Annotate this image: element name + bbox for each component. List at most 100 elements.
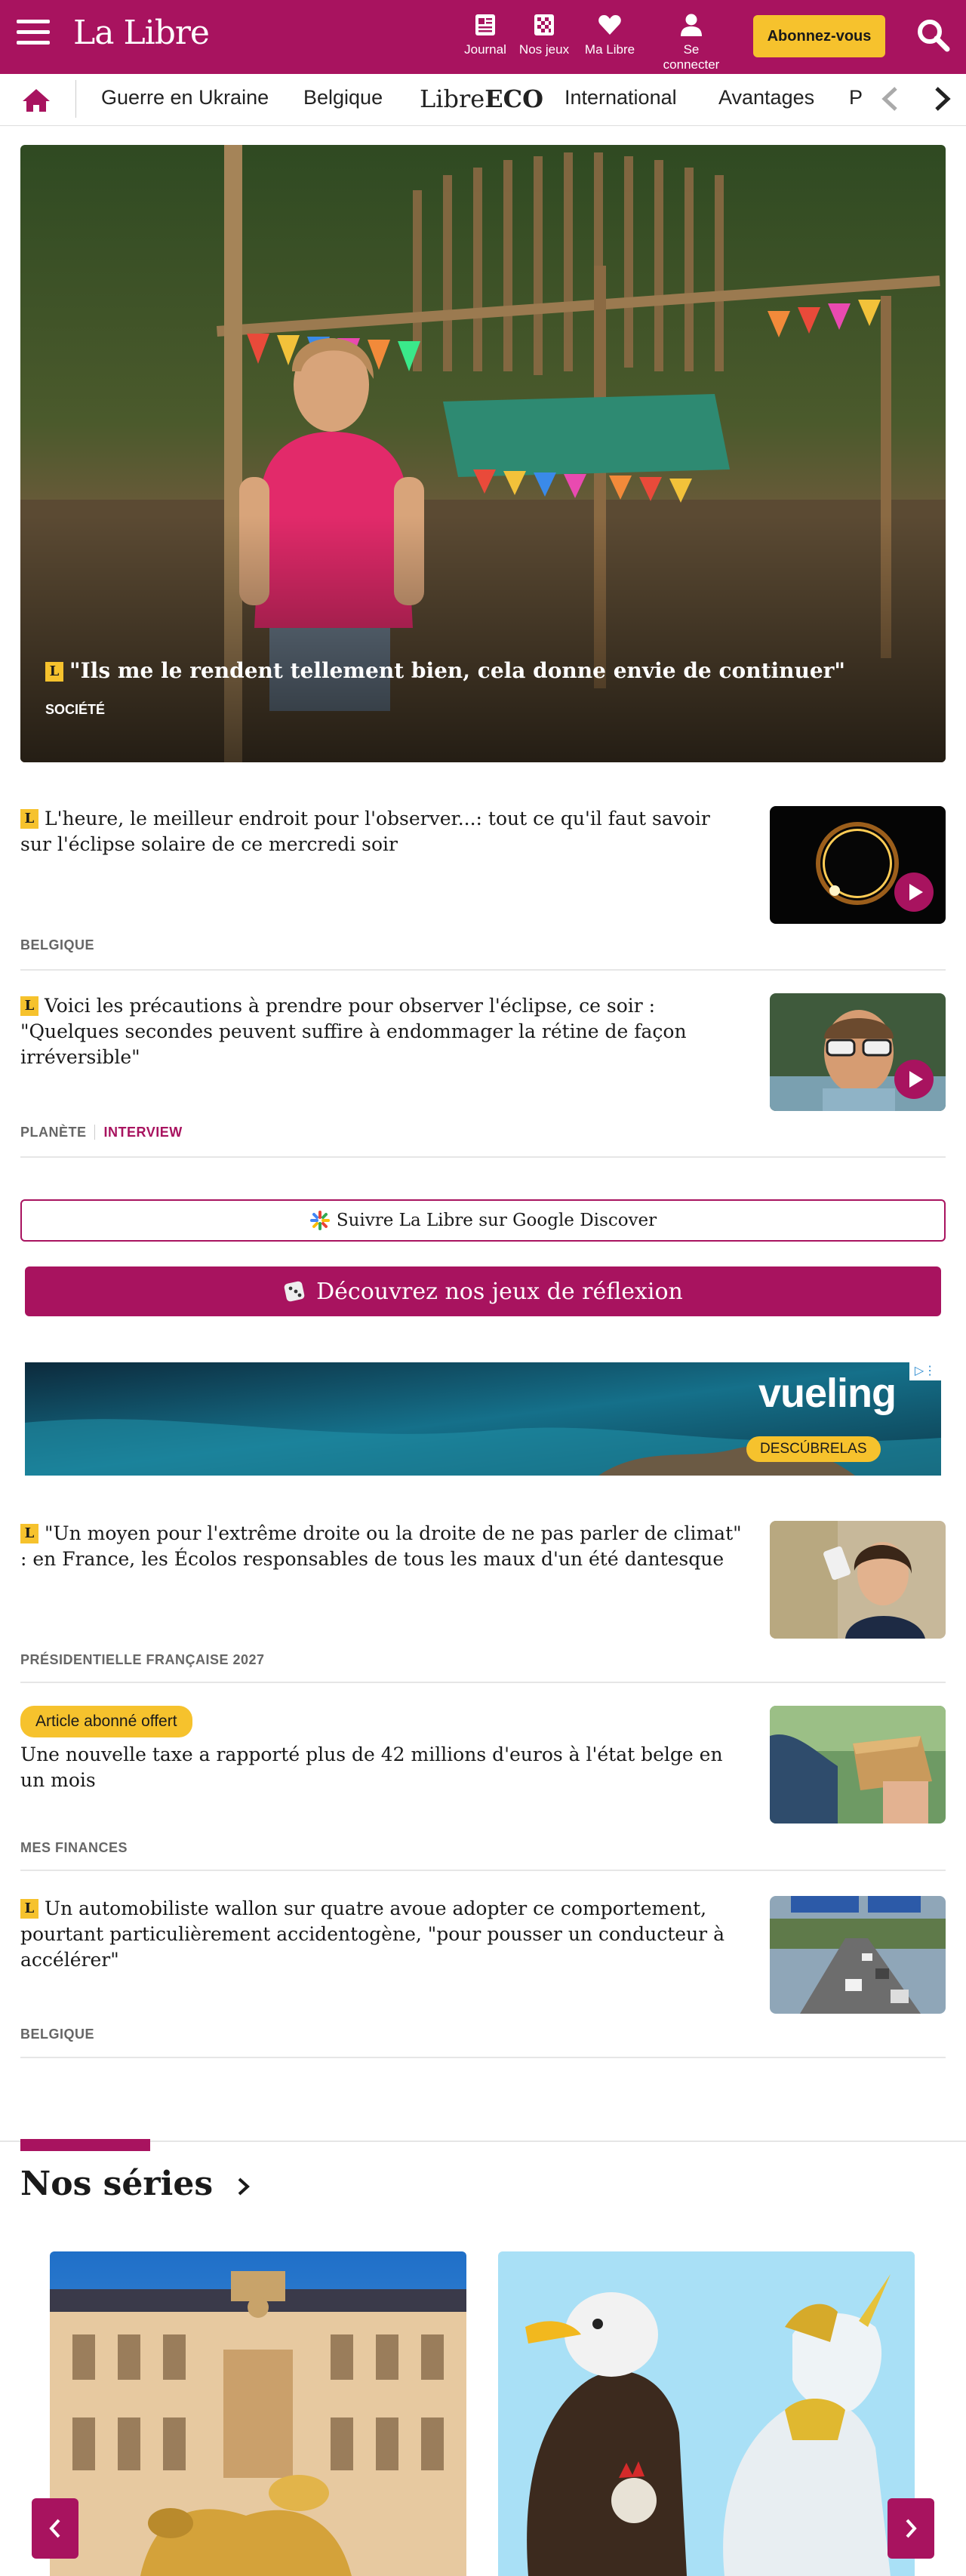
tag-belgique[interactable]: BELGIQUE bbox=[20, 2027, 94, 2042]
highway-image bbox=[770, 1896, 946, 2014]
nav-item-ukraine[interactable]: Guerre en Ukraine bbox=[101, 86, 269, 109]
section-accent bbox=[20, 2139, 150, 2151]
article-thumbnail[interactable] bbox=[770, 1521, 946, 1639]
google-discover-button[interactable]: Suivre La Libre sur Google Discover bbox=[20, 1199, 946, 1242]
home-icon[interactable] bbox=[21, 88, 51, 113]
nav-item-avantages[interactable]: Avantages bbox=[718, 86, 814, 109]
hero-title[interactable]: L "Ils me le rendent tellement bien, cela… bbox=[45, 658, 915, 683]
list-item[interactable]: L "Un moyen pour l'extrême droite ou la d… bbox=[20, 1521, 946, 1687]
list-item[interactable]: L Un automobiliste wallon sur quatre avou… bbox=[20, 1896, 946, 2062]
ad-choices-icon[interactable]: ▷⋮ bbox=[909, 1362, 941, 1380]
article-thumbnail[interactable] bbox=[770, 1706, 946, 1824]
login-button[interactable]: Se connecter bbox=[654, 12, 729, 72]
free-article-badge: Article abonné offert bbox=[20, 1706, 192, 1737]
play-icon[interactable] bbox=[894, 1060, 934, 1099]
ad-brand[interactable]: vueling bbox=[758, 1370, 897, 1417]
tag-presidentielle[interactable]: PRÉSIDENTIELLE FRANÇAISE 2027 bbox=[20, 1652, 265, 1667]
politician-image bbox=[770, 1521, 946, 1639]
eco-prefix: Libre bbox=[420, 85, 485, 113]
article-title[interactable]: L Voici les précautions à prendre pour ob… bbox=[20, 993, 745, 1070]
chevron-left-icon bbox=[49, 2519, 60, 2538]
article-title[interactable]: L Un automobiliste wallon sur quatre avou… bbox=[20, 1896, 745, 1973]
hero-category[interactable]: SOCIÉTÉ bbox=[45, 702, 105, 718]
article-tags: BELGIQUE bbox=[20, 2027, 94, 2042]
ma-libre-label: Ma Libre bbox=[584, 42, 635, 57]
article-title[interactable]: L "Un moyen pour l'extrême droite ou la d… bbox=[20, 1521, 745, 1572]
list-item[interactable]: L Voici les précautions à prendre pour ob… bbox=[20, 993, 946, 1159]
google-discover-label: Suivre La Libre sur Google Discover bbox=[336, 1211, 657, 1230]
nav-item-more[interactable]: P bbox=[849, 86, 863, 109]
nav-item-libre-eco[interactable]: LibreECO bbox=[420, 85, 543, 113]
article-title-text: Voici les précautions à prendre pour obs… bbox=[20, 995, 687, 1068]
chevron-right-icon bbox=[238, 2177, 251, 2195]
hero-title-text: "Ils me le rendent tellement bien, cela … bbox=[69, 658, 846, 683]
series-next-button[interactable] bbox=[888, 2498, 934, 2559]
ma-libre-button[interactable]: Ma Libre bbox=[576, 12, 644, 57]
dice-icon bbox=[284, 1281, 305, 1302]
login-label: Se connecter bbox=[663, 42, 720, 72]
games-icon bbox=[534, 14, 554, 35]
article-title[interactable]: L L'heure, le meilleur endroit pour l'obs… bbox=[20, 806, 745, 857]
article-title-text: L'heure, le meilleur endroit pour l'obse… bbox=[20, 808, 710, 855]
article-thumbnail[interactable] bbox=[770, 1896, 946, 2014]
divider bbox=[20, 969, 946, 971]
parcel-delivery-image bbox=[770, 1706, 946, 1824]
subscribe-button[interactable]: Abonnez-vous bbox=[753, 15, 885, 57]
journal-button[interactable]: Journal bbox=[451, 12, 519, 57]
premium-badge: L bbox=[45, 662, 63, 682]
nav-item-international[interactable]: International bbox=[565, 86, 677, 109]
ad-cta[interactable]: DESCÚBRELAS bbox=[746, 1436, 881, 1462]
article-thumbnail[interactable] bbox=[770, 993, 946, 1111]
nav-item-belgique[interactable]: Belgique bbox=[303, 86, 383, 109]
article-title-text: Un automobiliste wallon sur quatre avoue… bbox=[20, 1897, 724, 1971]
user-icon bbox=[681, 14, 702, 36]
hero-article[interactable]: L "Ils me le rendent tellement bien, cela… bbox=[20, 145, 946, 762]
tag-belgique[interactable]: BELGIQUE bbox=[20, 937, 94, 953]
games-label: Nos jeux bbox=[518, 42, 570, 57]
divider bbox=[20, 1870, 946, 1871]
chevron-right-icon[interactable] bbox=[924, 80, 961, 118]
heart-icon bbox=[598, 15, 621, 35]
divider bbox=[20, 1156, 946, 1158]
article-thumbnail[interactable] bbox=[770, 806, 946, 924]
series-card[interactable] bbox=[50, 2251, 466, 2576]
article-tags: PLANÈTE INTERVIEW bbox=[20, 1125, 183, 1140]
article-tags: BELGIQUE bbox=[20, 937, 94, 953]
search-icon[interactable] bbox=[916, 18, 951, 53]
premium-badge: L bbox=[20, 1899, 38, 1919]
section-nav: Guerre en Ukraine Belgique LibreECO Inte… bbox=[0, 74, 966, 126]
premium-badge: L bbox=[20, 996, 38, 1016]
list-item[interactable]: L L'heure, le meilleur endroit pour l'obs… bbox=[20, 806, 946, 972]
series-heading-text: Nos séries bbox=[20, 2165, 214, 2203]
games-button[interactable]: Nos jeux bbox=[510, 12, 578, 57]
tag-mes-finances[interactable]: MES FINANCES bbox=[20, 1840, 128, 1855]
google-discover-icon bbox=[309, 1211, 330, 1230]
premium-badge: L bbox=[20, 1524, 38, 1543]
eagle-unicorn-image bbox=[498, 2251, 915, 2576]
eco-suffix: ECO bbox=[485, 85, 543, 113]
chevron-right-icon bbox=[906, 2519, 917, 2538]
versailles-image bbox=[50, 2251, 466, 2576]
article-title[interactable]: Article abonné offert Une nouvelle taxe a… bbox=[20, 1706, 745, 1793]
article-tags: MES FINANCES bbox=[20, 1840, 128, 1856]
tag-planete[interactable]: PLANÈTE bbox=[20, 1125, 87, 1140]
premium-badge: L bbox=[20, 809, 38, 829]
chevron-left-icon[interactable] bbox=[871, 80, 909, 118]
tag-interview[interactable]: INTERVIEW bbox=[94, 1125, 183, 1140]
games-promo-label: Découvrez nos jeux de réflexion bbox=[316, 1278, 683, 1305]
divider bbox=[20, 1682, 946, 1683]
nav-divider bbox=[75, 80, 76, 118]
menu-icon[interactable] bbox=[17, 20, 50, 50]
article-tags: PRÉSIDENTIELLE FRANÇAISE 2027 bbox=[20, 1652, 265, 1668]
series-card[interactable] bbox=[498, 2251, 915, 2576]
play-icon[interactable] bbox=[894, 873, 934, 912]
series-prev-button[interactable] bbox=[32, 2498, 78, 2559]
site-logo[interactable]: La Libre bbox=[73, 14, 210, 52]
series-heading[interactable]: Nos séries bbox=[20, 2165, 253, 2203]
games-promo-button[interactable]: Découvrez nos jeux de réflexion bbox=[25, 1266, 941, 1316]
advertisement[interactable]: vueling DESCÚBRELAS ▷⋮ bbox=[25, 1362, 941, 1476]
journal-label: Journal bbox=[464, 42, 506, 57]
list-item[interactable]: Article abonné offert Une nouvelle taxe a… bbox=[20, 1706, 946, 1872]
article-title-text: Une nouvelle taxe a rapporté plus de 42 … bbox=[20, 1743, 723, 1791]
article-title-text: "Un moyen pour l'extrême droite ou la dr… bbox=[20, 1522, 742, 1570]
